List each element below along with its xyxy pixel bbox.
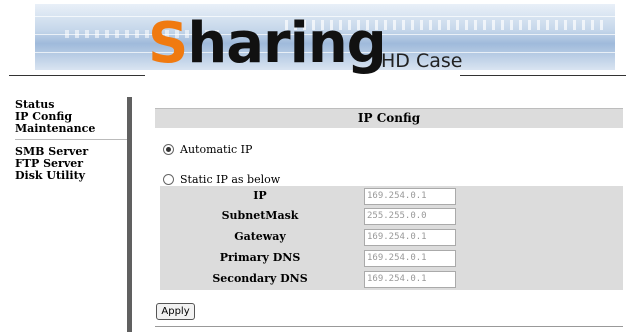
footer-divider: [155, 326, 623, 327]
subnet-mask-row: SubnetMask 255.255.0.0: [160, 206, 623, 226]
apply-button[interactable]: Apply: [156, 303, 195, 320]
ip-field[interactable]: 169.254.0.1: [364, 188, 456, 205]
page-title: IP Config: [155, 108, 623, 128]
sidebar-item-disk-utility[interactable]: Disk Utility: [15, 170, 127, 182]
gateway-row: Gateway 169.254.0.1: [160, 227, 623, 247]
logo-initial: S: [148, 11, 188, 76]
sidebar-divider: [15, 139, 127, 140]
primary-dns-field[interactable]: 169.254.0.1: [364, 250, 456, 267]
secondary-dns-label: Secondary DNS: [212, 272, 308, 285]
secondary-dns-field[interactable]: 169.254.0.1: [364, 271, 456, 288]
static-ip-table: IP 169.254.0.1 SubnetMask 255.255.0.0 Ga…: [160, 186, 623, 290]
sidebar-nav: Status IP Config Maintenance SMB Server …: [15, 99, 127, 182]
header-divider-left: [9, 75, 145, 76]
static-ip-label: Static IP as below: [180, 173, 281, 186]
gateway-label: Gateway: [234, 230, 286, 243]
ip-row: IP 169.254.0.1: [160, 186, 623, 206]
automatic-ip-label: Automatic IP: [180, 143, 253, 156]
header-divider-right: [460, 75, 626, 76]
static-ip-radio[interactable]: [163, 174, 174, 185]
ip-label: IP: [253, 189, 267, 202]
automatic-ip-option[interactable]: Automatic IP: [163, 143, 252, 156]
sidebar-separator: [127, 97, 132, 332]
primary-dns-row: Primary DNS 169.254.0.1: [160, 248, 623, 268]
primary-dns-label: Primary DNS: [219, 251, 301, 264]
secondary-dns-row: Secondary DNS 169.254.0.1: [160, 269, 623, 289]
logo-text: haring: [187, 11, 386, 76]
sidebar-item-maintenance[interactable]: Maintenance: [15, 123, 127, 135]
subnet-mask-field[interactable]: 255.255.0.0: [364, 208, 456, 225]
gateway-field[interactable]: 169.254.0.1: [364, 229, 456, 246]
automatic-ip-radio[interactable]: [163, 144, 174, 155]
subnet-mask-label: SubnetMask: [221, 209, 299, 222]
app-logo: Sharing: [148, 11, 387, 76]
static-ip-option[interactable]: Static IP as below: [163, 173, 280, 186]
product-subtitle: HD Case: [381, 50, 463, 72]
